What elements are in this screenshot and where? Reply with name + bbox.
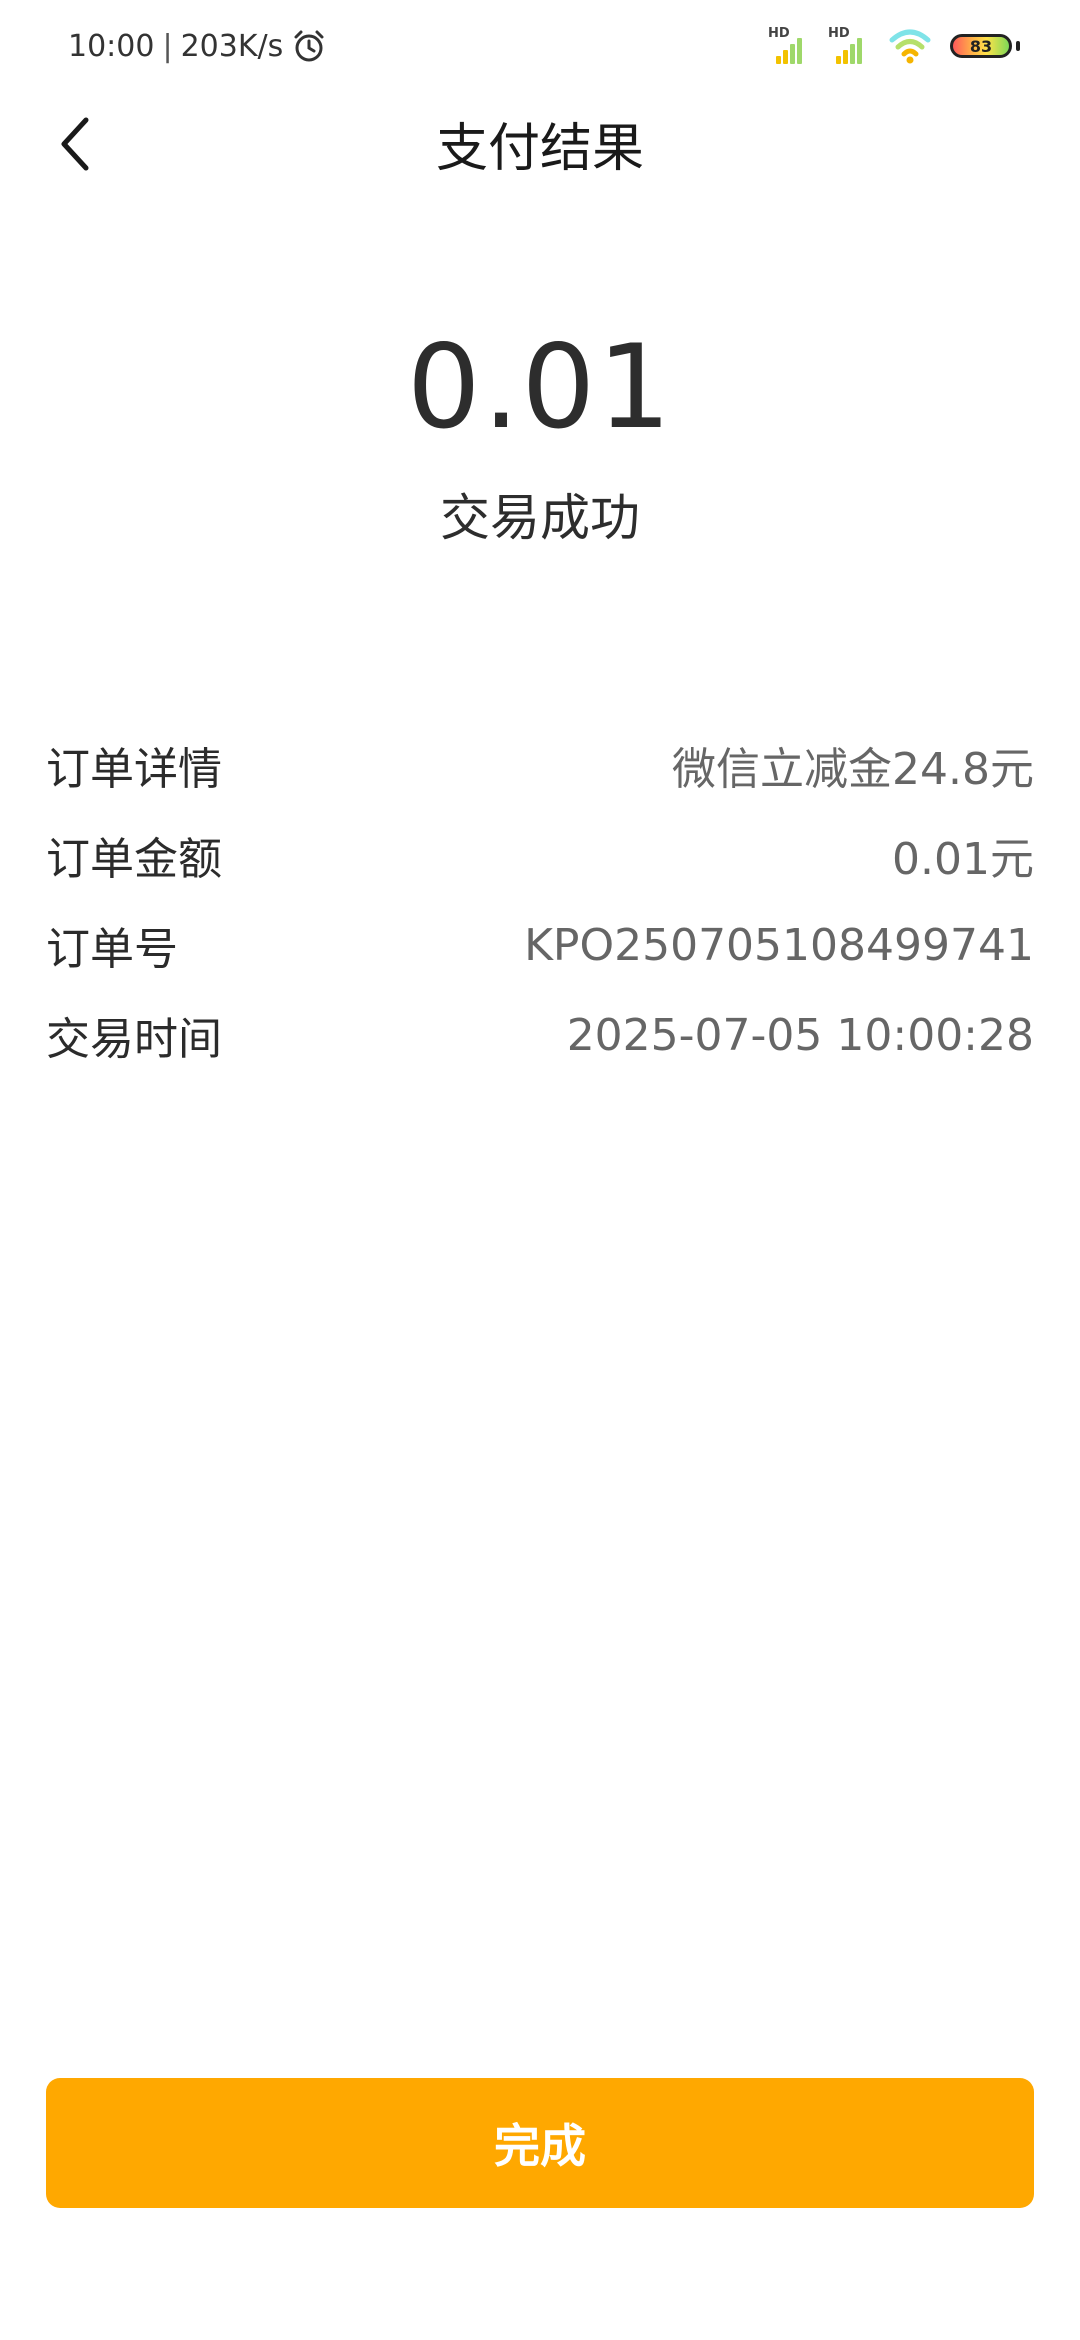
detail-row-transaction-time: 交易时间 2025-07-05 10:00:28 — [46, 990, 1034, 1080]
wifi-icon — [889, 29, 931, 64]
done-button[interactable]: 完成 — [46, 2078, 1034, 2208]
detail-row-order-amount: 订单金额 0.01元 — [46, 810, 1034, 900]
signal-hd-icon: HD — [828, 26, 870, 66]
network-speed: 203K/s — [180, 28, 284, 64]
battery-icon: 83 — [950, 34, 1012, 58]
detail-value: 0.01元 — [892, 834, 1034, 885]
alarm-clock-icon — [294, 30, 324, 62]
signal-hd-icon: HD — [768, 26, 810, 66]
detail-label: 订单详情 — [46, 744, 222, 795]
status-bar: 10:00 | 203K/s HD HD 83 — [0, 0, 1080, 96]
detail-label: 订单金额 — [46, 834, 222, 885]
detail-value: 微信立减金24.8元 — [672, 744, 1034, 795]
signal-bars — [836, 38, 862, 64]
page-title: 支付结果 — [435, 119, 644, 179]
payment-amount: 0.01 — [406, 320, 674, 455]
detail-value: KPO250705108499741 — [524, 919, 1034, 971]
battery-cap — [1016, 41, 1020, 51]
header: 支付结果 — [0, 96, 1080, 192]
detail-row-order-info: 订单详情 微信立减金24.8元 — [46, 720, 1034, 810]
status-right: HD HD 83 — [768, 26, 1020, 66]
status-separator: | — [162, 28, 173, 64]
status-time: 10:00 — [68, 28, 155, 64]
transaction-status: 交易成功 — [440, 489, 640, 547]
battery-level: 83 — [969, 36, 993, 56]
detail-value: 2025-07-05 10:00:28 — [566, 1009, 1034, 1061]
detail-label: 交易时间 — [46, 1014, 222, 1065]
signal-bars — [776, 38, 802, 64]
detail-label: 订单号 — [46, 924, 178, 975]
detail-row-order-number: 订单号 KPO250705108499741 — [46, 900, 1034, 990]
status-left: 10:00 | 203K/s — [68, 28, 327, 64]
order-details: 订单详情 微信立减金24.8元 订单金额 0.01元 订单号 KPO250705… — [46, 720, 1034, 1080]
